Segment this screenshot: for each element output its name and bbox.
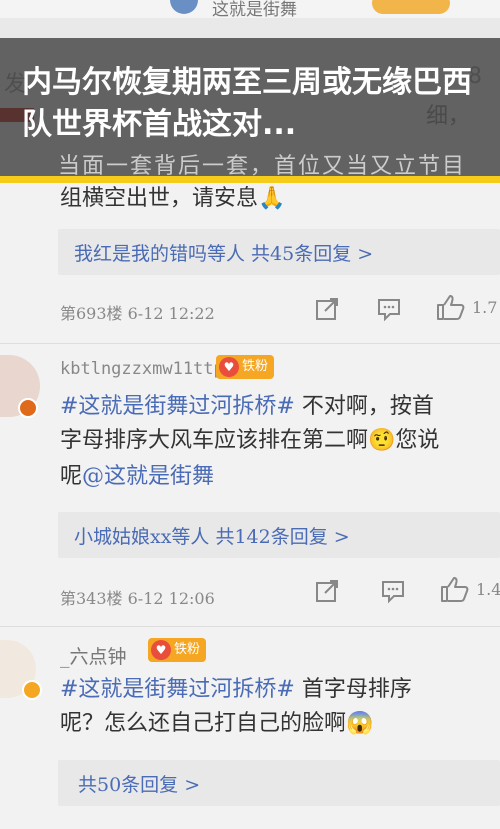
divider [0, 343, 500, 344]
comment-2-like-count: 1.4 [476, 580, 500, 599]
comment-2-hashtag[interactable]: #这就是街舞过河拆桥# [60, 394, 295, 419]
top-follow-button[interactable] [372, 0, 450, 14]
comment-2-floor-meta: 第343楼 6-12 12:06 [60, 589, 215, 608]
comment-2-line-3-text: 呢 [60, 464, 83, 489]
comment-1-floor-meta: 第693楼 6-12 12:22 [60, 304, 215, 323]
comment-2-line-3: 呢@这就是街舞 [60, 461, 214, 493]
share-icon[interactable] [314, 578, 340, 604]
comment-2-line-1-text: 不对啊，按首 [294, 394, 434, 419]
comment-3-line-1-text: 首字母排序 [294, 677, 412, 702]
underlap-comment-text: 当面一套背后一套，首位又当又立节目 [58, 154, 467, 178]
headline-header: 这就是街舞 发 8 细， 当面一套背后一套，首位又当又立节目 内马尔恢复期两至三… [0, 0, 500, 178]
comment-2-replies-label: 小城姑娘xx等人 共142条回复 > [74, 526, 350, 548]
headline-title: 内马尔恢复期两至三周或无缘巴西队世界杯首战这对... [22, 65, 472, 142]
divider [0, 626, 500, 627]
comment-2-replies[interactable]: 小城姑娘xx等人 共142条回复 > [58, 512, 500, 558]
comment-1-like-count: 1.7 [472, 298, 498, 317]
heart-icon: ♥ [151, 640, 171, 660]
blurred-top-bar: 这就是街舞 [0, 0, 500, 20]
verified-badge-icon [22, 680, 42, 700]
comment-2-fan-badge: ♥ 铁粉 [216, 355, 275, 379]
comment-2-mention[interactable]: @这就是街舞 [82, 464, 214, 489]
comment-3-line-2: 呢？怎么还自己打自己的脸啊😱 [60, 711, 374, 736]
comment-3-hashtag[interactable]: #这就是街舞过河拆桥# [60, 677, 295, 702]
top-user-text: 这就是街舞 [212, 0, 297, 20]
comment-2-line-1: #这就是街舞过河拆桥# 不对啊，按首 [60, 391, 434, 423]
like-icon[interactable] [436, 293, 466, 321]
comment-1-replies[interactable]: 我红是我的错吗等人 共45条回复 > [58, 229, 500, 275]
fan-badge-label: 铁粉 [174, 642, 201, 657]
comment-2-username[interactable]: kbtlngzzxmw11ttp [60, 359, 224, 379]
share-icon[interactable] [314, 296, 340, 322]
heart-icon: ♥ [219, 357, 239, 377]
comment-3-username[interactable]: _六点钟 [60, 642, 127, 669]
top-avatar [170, 0, 198, 14]
comment-2-line-2: 字母排序大风车应该排在第二啊🤨您说 [60, 428, 440, 453]
comment-icon[interactable] [376, 296, 402, 322]
comment-1-replies-label: 我红是我的错吗等人 共45条回复 > [74, 243, 374, 265]
comment-1-text: 组横空出世，请安息🙏 [60, 186, 286, 211]
accent-bar [0, 176, 500, 183]
comment-3-replies-label: 共50条回复 > [78, 774, 201, 796]
comment-icon[interactable] [380, 578, 406, 604]
fan-badge-label: 铁粉 [242, 359, 269, 374]
like-icon[interactable] [440, 575, 470, 603]
comment-3-fan-badge: ♥ 铁粉 [148, 638, 207, 662]
comment-3-replies[interactable]: 共50条回复 > [58, 760, 500, 806]
verified-badge-icon [18, 398, 38, 418]
comment-3-line-1: #这就是街舞过河拆桥# 首字母排序 [60, 674, 412, 706]
